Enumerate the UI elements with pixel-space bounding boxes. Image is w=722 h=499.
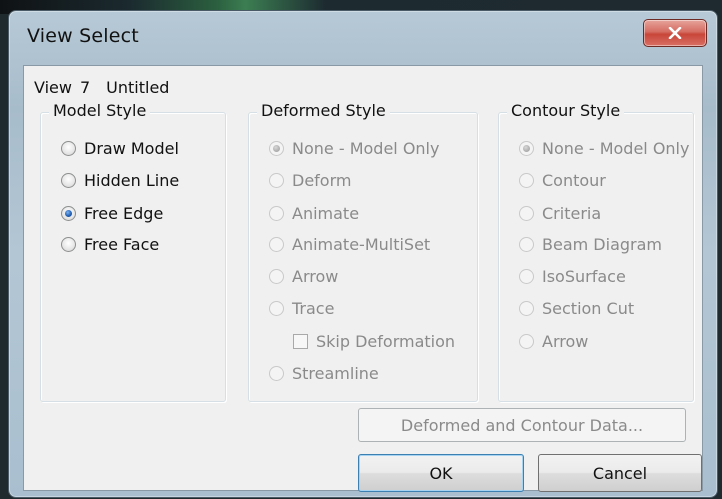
model-style-title: Model Style (49, 101, 151, 120)
radio-label: Hidden Line (84, 170, 180, 190)
radio-label: None - Model Only (292, 138, 440, 158)
radio-draw-model[interactable]: Draw Model (61, 136, 179, 160)
radio-label: IsoSurface (542, 266, 626, 286)
radio-button[interactable] (269, 268, 284, 284)
radio-contour[interactable]: Contour (519, 168, 606, 192)
radio-criteria[interactable]: Criteria (519, 201, 601, 225)
radio-button[interactable] (519, 205, 534, 221)
cancel-button[interactable]: Cancel (538, 454, 702, 492)
radio-button[interactable] (269, 172, 284, 188)
radio-button[interactable] (61, 236, 76, 252)
radio-label: Contour (542, 170, 606, 190)
radio-button[interactable] (269, 236, 284, 252)
radio-label: Streamline (292, 363, 379, 383)
skip-deformation-checkbox[interactable] (293, 333, 308, 349)
radio-button-selected[interactable] (269, 140, 284, 156)
radio-deform[interactable]: Deform (269, 168, 351, 192)
radio-beam-diagram[interactable]: Beam Diagram (519, 232, 662, 256)
radio-button[interactable] (519, 300, 534, 316)
radio-label: Animate-MultiSet (292, 234, 431, 254)
radio-button[interactable] (519, 333, 534, 349)
radio-button-selected[interactable] (519, 140, 534, 156)
radio-label: Deform (292, 170, 352, 190)
close-button[interactable] (643, 19, 707, 47)
dialog-body: View 7 Untitled Model Style Draw Model Hid… (23, 65, 703, 492)
deformed-style-title: Deformed Style (257, 101, 390, 120)
radio-button[interactable] (269, 205, 284, 221)
radio-deformed-none[interactable]: None - Model Only (269, 136, 439, 160)
radio-contour-arrow[interactable]: Arrow (519, 329, 588, 353)
radio-contour-none[interactable]: None - Model Only (519, 136, 689, 160)
view-label: View (34, 78, 72, 97)
radio-hidden-line[interactable]: Hidden Line (61, 168, 179, 192)
radio-section-cut[interactable]: Section Cut (519, 296, 634, 320)
radio-label: Section Cut (542, 298, 635, 318)
contour-style-group: Contour Style None - Model Only Contour … (498, 101, 694, 402)
radio-label: Animate (292, 203, 360, 223)
radio-trace[interactable]: Trace (269, 296, 334, 320)
title-bar[interactable]: View Select (9, 11, 717, 59)
radio-label: Draw Model (84, 138, 179, 158)
radio-animate-multiset[interactable]: Animate-MultiSet (269, 232, 430, 256)
radio-deformed-arrow[interactable]: Arrow (269, 264, 338, 288)
deformed-style-group: Deformed Style None - Model Only Deform … (248, 101, 478, 402)
radio-label: Beam Diagram (542, 234, 662, 254)
radio-streamline[interactable]: Streamline (269, 361, 379, 385)
radio-label: Trace (292, 298, 335, 318)
view-info: View 7 Untitled (34, 78, 169, 97)
radio-button[interactable] (269, 300, 284, 316)
radio-button-selected[interactable] (61, 205, 76, 221)
radio-label: Criteria (542, 203, 602, 223)
contour-style-title: Contour Style (507, 101, 625, 120)
radio-label: None - Model Only (542, 138, 690, 158)
deformed-contour-data-button[interactable]: Deformed and Contour Data... (358, 408, 686, 442)
radio-free-face[interactable]: Free Face (61, 232, 159, 256)
model-style-group: Model Style Draw Model Hidden Line Free … (40, 101, 226, 402)
window-title: View Select (27, 25, 139, 47)
radio-label: Arrow (542, 331, 589, 351)
radio-label: Arrow (292, 266, 339, 286)
close-icon (668, 27, 682, 39)
radio-animate[interactable]: Animate (269, 201, 359, 225)
view-select-dialog: View Select View 7 Untitled Model Style Dr… (8, 10, 718, 498)
radio-button[interactable] (519, 172, 534, 188)
radio-button[interactable] (269, 365, 284, 381)
radio-isosurface[interactable]: IsoSurface (519, 264, 626, 288)
radio-free-edge[interactable]: Free Edge (61, 201, 163, 225)
view-name: Untitled (106, 78, 170, 97)
ok-button[interactable]: OK (358, 454, 524, 492)
radio-button[interactable] (61, 140, 76, 156)
checkbox-label: Skip Deformation (316, 331, 456, 351)
view-number: 7 (79, 78, 91, 97)
radio-button[interactable] (519, 268, 534, 284)
radio-button[interactable] (61, 172, 76, 188)
radio-label: Free Face (84, 234, 160, 254)
radio-label: Free Edge (84, 203, 164, 223)
skip-deformation-checkbox-row[interactable]: Skip Deformation (293, 329, 455, 353)
radio-button[interactable] (519, 236, 534, 252)
